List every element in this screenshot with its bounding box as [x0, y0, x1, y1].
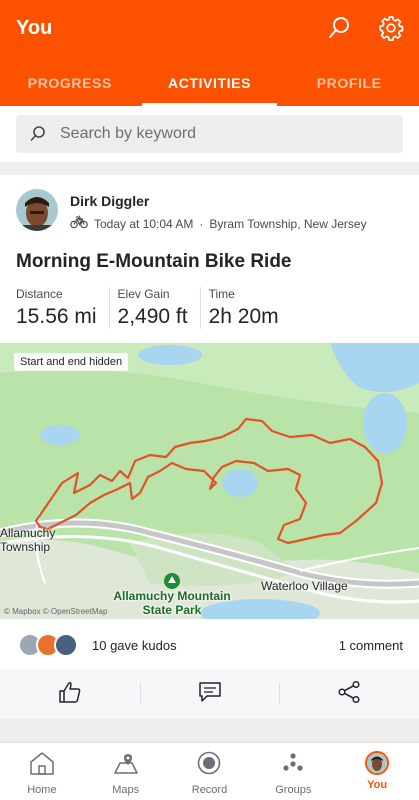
map-label-village: Waterloo Village: [261, 579, 348, 593]
map-label-park-line1: Allamuchy Mountain: [113, 589, 231, 603]
nav-label: You: [367, 779, 388, 791]
thumbs-up-icon: [58, 681, 82, 708]
search-box[interactable]: [16, 115, 403, 153]
map-label-town-line1: Allamuchy: [0, 526, 56, 540]
nav-label: Record: [191, 784, 228, 796]
map-icon: [113, 751, 139, 780]
app-header: You PROGRESS ACTIVITIES PROFILE: [0, 0, 419, 106]
record-icon: [196, 751, 222, 780]
share-button[interactable]: [279, 669, 419, 719]
nav-maps[interactable]: Maps: [84, 743, 168, 800]
nav-home[interactable]: Home: [0, 743, 84, 800]
activity-stats: Distance 15.56 mi Elev Gain 2,490 ft Tim…: [16, 287, 299, 329]
comment-icon: [198, 681, 222, 708]
kudos-avatars[interactable]: [18, 633, 88, 657]
activity-time: Today at 10:04 AM: [94, 216, 194, 231]
athlete-name[interactable]: Dirk Diggler: [70, 193, 149, 209]
map-label-park: Allamuchy Mountain State Park: [110, 589, 234, 617]
share-icon: [337, 680, 361, 709]
stat-label: Distance: [16, 287, 63, 301]
bottom-nav: Home Maps Record Groups You: [0, 742, 419, 800]
route-map[interactable]: Start and end hidden Allamuchy Township …: [0, 343, 419, 619]
meta-separator: ·: [199, 216, 204, 231]
search-bar: [0, 106, 419, 162]
activity-location: Byram Township, New Jersey: [209, 216, 367, 231]
privacy-badge: Start and end hidden: [14, 353, 129, 371]
search-icon[interactable]: [325, 14, 353, 42]
social-row: 10 gave kudos 1 comment: [0, 621, 419, 669]
athlete-avatar[interactable]: [16, 189, 58, 231]
kudos-count[interactable]: 10 gave kudos: [92, 638, 177, 653]
map-label-town-line2: Township: [0, 540, 51, 554]
ebike-icon: [70, 215, 88, 232]
nav-record[interactable]: Record: [168, 743, 252, 800]
kudos-button[interactable]: [0, 669, 140, 719]
page-title: You: [16, 17, 53, 39]
activity-title[interactable]: Morning E-Mountain Bike Ride: [16, 251, 292, 273]
activity-meta: Today at 10:04 AM · Byram Township, New …: [70, 215, 367, 232]
nav-label: Groups: [275, 784, 312, 796]
stat-value: 2,490 ft: [117, 305, 188, 328]
map-label-park-line2: State Park: [142, 603, 202, 617]
stat-label: Time: [208, 287, 235, 301]
stat-value: 15.56 mi: [16, 305, 97, 328]
nav-label: Maps: [112, 784, 140, 796]
tab-progress[interactable]: PROGRESS: [0, 58, 140, 106]
nav-label: Home: [27, 784, 57, 796]
profile-tabs: PROGRESS ACTIVITIES PROFILE: [0, 58, 419, 106]
nav-you[interactable]: You: [335, 743, 419, 800]
map-label-town: Allamuchy Township: [0, 526, 55, 554]
search-icon: [30, 125, 46, 148]
settings-gear-icon[interactable]: [377, 14, 405, 42]
stat-value: 2h 20m: [208, 305, 279, 328]
home-icon: [29, 751, 55, 780]
tab-profile[interactable]: PROFILE: [279, 58, 419, 106]
groups-icon: [280, 751, 306, 780]
stat-distance: Distance 15.56 mi: [16, 287, 110, 329]
tab-activities[interactable]: ACTIVITIES: [140, 58, 280, 106]
activity-card[interactable]: Dirk Diggler Today at 10:04 AM · Byram T…: [0, 175, 419, 719]
stat-elev-gain: Elev Gain 2,490 ft: [118, 287, 201, 329]
profile-avatar: [365, 751, 390, 775]
map-canvas: [0, 343, 419, 619]
map-attribution[interactable]: © Mapbox © OpenStreetMap: [4, 607, 107, 616]
nav-groups[interactable]: Groups: [251, 743, 335, 800]
comment-count[interactable]: 1 comment: [339, 638, 403, 653]
action-bar: [0, 669, 419, 719]
kudo-avatar: [54, 633, 78, 657]
comment-button[interactable]: [139, 669, 280, 719]
search-input[interactable]: [60, 115, 390, 153]
stat-label: Elev Gain: [117, 287, 170, 301]
stat-time: Time 2h 20m: [209, 287, 291, 329]
